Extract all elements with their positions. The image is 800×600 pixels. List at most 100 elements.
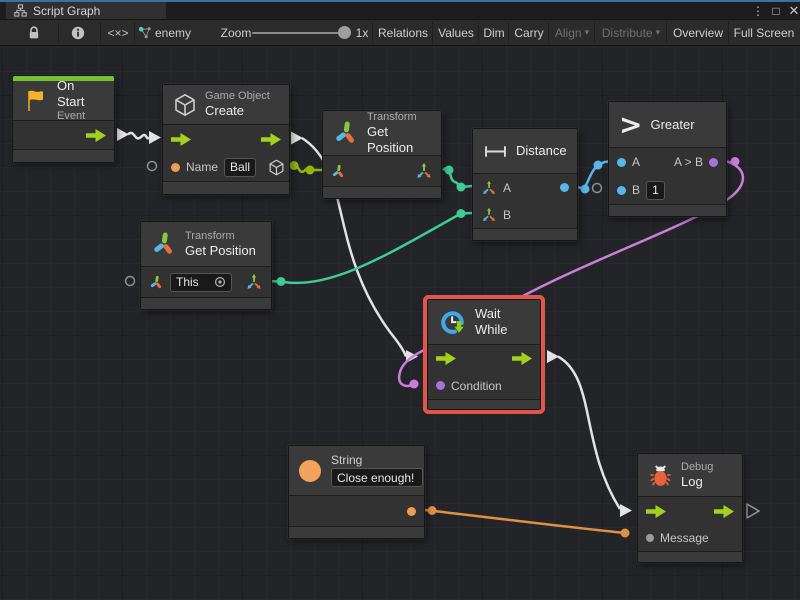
node-get-position-b[interactable]: Transform Get Position This: [140, 221, 272, 310]
node-footer: [609, 204, 726, 216]
node-title: Distance: [516, 143, 567, 159]
zoom-value: 1x: [352, 20, 372, 45]
port-a-label: A: [632, 155, 640, 169]
tab-script-graph[interactable]: Script Graph: [6, 2, 166, 19]
node-footer: [638, 551, 742, 562]
lock-button[interactable]: [16, 20, 52, 45]
window-menu-button[interactable]: ⋮: [748, 2, 768, 19]
node-footer: [141, 297, 271, 309]
script-graph-window: Script Graph ⋮ □ ✕ <×>: [0, 0, 800, 600]
greater-a-input-port[interactable]: [617, 158, 626, 167]
node-footer: [13, 149, 114, 162]
node-string[interactable]: String Close enough!: [288, 445, 425, 539]
zoom-slider-track[interactable]: [252, 32, 340, 34]
fullscreen-button[interactable]: Full Screen: [730, 20, 798, 45]
target-value-field[interactable]: This: [170, 273, 232, 292]
info-icon: [71, 26, 85, 40]
control-input-port[interactable]: [171, 133, 191, 146]
zoom-label: Zoom: [218, 20, 254, 45]
node-footer: [163, 181, 289, 194]
node-category: Transform: [185, 230, 256, 243]
node-title: Create: [205, 103, 270, 119]
lock-icon: [28, 26, 40, 40]
node-on-start[interactable]: On Start Event: [12, 75, 115, 163]
window-close-button[interactable]: ✕: [784, 2, 800, 19]
game-object-output-port[interactable]: [268, 159, 285, 176]
chevron-down-icon: ▾: [585, 27, 590, 38]
greater-b-input-port[interactable]: [617, 186, 626, 195]
chevron-down-icon: ▾: [656, 27, 661, 38]
values-button[interactable]: Values: [434, 20, 478, 45]
control-input-port[interactable]: [436, 352, 456, 365]
greater-output-label: A > B: [674, 155, 703, 169]
control-output-port[interactable]: [714, 505, 734, 518]
window-maximize-button[interactable]: □: [766, 2, 786, 19]
node-subtitle: Event: [57, 110, 104, 123]
message-input-port[interactable]: [646, 534, 654, 542]
node-category: Transform: [367, 111, 431, 124]
graph-hierarchy-icon: [14, 4, 27, 17]
node-footer: [428, 399, 540, 409]
relations-button[interactable]: Relations: [374, 20, 432, 45]
vector3-input-port-a[interactable]: [481, 180, 497, 196]
vector3-output-port[interactable]: [245, 273, 263, 291]
vector3-input-port-b[interactable]: [481, 207, 497, 223]
transform-input-port[interactable]: [331, 164, 346, 179]
node-log[interactable]: Debug Log Message: [637, 453, 743, 563]
flag-icon: [23, 88, 49, 114]
tab-bar: Script Graph ⋮ □ ✕: [0, 2, 800, 19]
node-title: Greater: [650, 117, 694, 133]
control-output-port[interactable]: [86, 129, 106, 142]
control-output-port[interactable]: [512, 352, 532, 365]
align-dropdown[interactable]: Align▾: [550, 20, 594, 45]
port-a-label: A: [503, 181, 511, 195]
greater-output-port[interactable]: [709, 158, 718, 167]
node-title: On Start: [57, 78, 104, 110]
node-category: Game Object: [205, 90, 270, 103]
graph-breadcrumb-icon: [138, 26, 152, 40]
control-input-port[interactable]: [646, 505, 666, 518]
port-b-label: B: [632, 183, 640, 197]
control-output-port[interactable]: [261, 133, 281, 146]
node-get-position-a[interactable]: Transform Get Position: [322, 110, 442, 199]
string-output-port[interactable]: [407, 507, 416, 516]
carry-button[interactable]: Carry: [510, 20, 548, 45]
breadcrumb[interactable]: enemy: [138, 20, 198, 45]
object-picker-icon[interactable]: [214, 276, 226, 288]
node-title: Get Position: [367, 124, 431, 156]
string-value-field[interactable]: Close enough!: [331, 468, 423, 487]
node-title: Wait While: [475, 306, 530, 338]
transform-icon: [151, 231, 177, 257]
condition-input-port[interactable]: [436, 381, 445, 390]
node-wait-while[interactable]: Wait While Condition: [427, 299, 541, 410]
message-label: Message: [660, 531, 709, 545]
overview-button[interactable]: Overview: [668, 20, 728, 45]
node-title: Log: [681, 474, 713, 490]
name-input-port[interactable]: [171, 163, 180, 172]
info-button[interactable]: [60, 20, 96, 45]
distance-output-port[interactable]: [560, 183, 569, 192]
dim-button[interactable]: Dim: [480, 20, 508, 45]
name-value-field[interactable]: Ball: [224, 158, 256, 177]
transform-icon: [333, 120, 359, 146]
zoom-slider-handle[interactable]: [338, 26, 351, 39]
node-greater[interactable]: > Greater A A > B B 1: [608, 101, 727, 217]
breadcrumb-label: enemy: [155, 26, 191, 40]
node-title: Get Position: [185, 243, 256, 259]
condition-label: Condition: [451, 379, 502, 393]
node-create[interactable]: Game Object Create Name Ball: [162, 84, 290, 195]
node-distance[interactable]: Distance A B: [472, 128, 578, 241]
vector3-output-port[interactable]: [415, 162, 433, 180]
string-icon: [299, 460, 321, 482]
node-footer: [289, 526, 424, 538]
transform-input-port[interactable]: [149, 275, 164, 290]
tab-title: Script Graph: [33, 4, 100, 18]
graph-toolbar: <×> enemy Zoom 1x Relations Values Dim C…: [0, 19, 800, 46]
node-category: Debug: [681, 461, 713, 474]
distribute-dropdown[interactable]: Distribute▾: [596, 20, 666, 45]
name-port-label: Name: [186, 160, 218, 174]
distance-icon: [483, 143, 508, 160]
b-value-field[interactable]: 1: [646, 181, 665, 200]
bug-icon: [648, 463, 673, 488]
node-footer: [323, 186, 441, 198]
